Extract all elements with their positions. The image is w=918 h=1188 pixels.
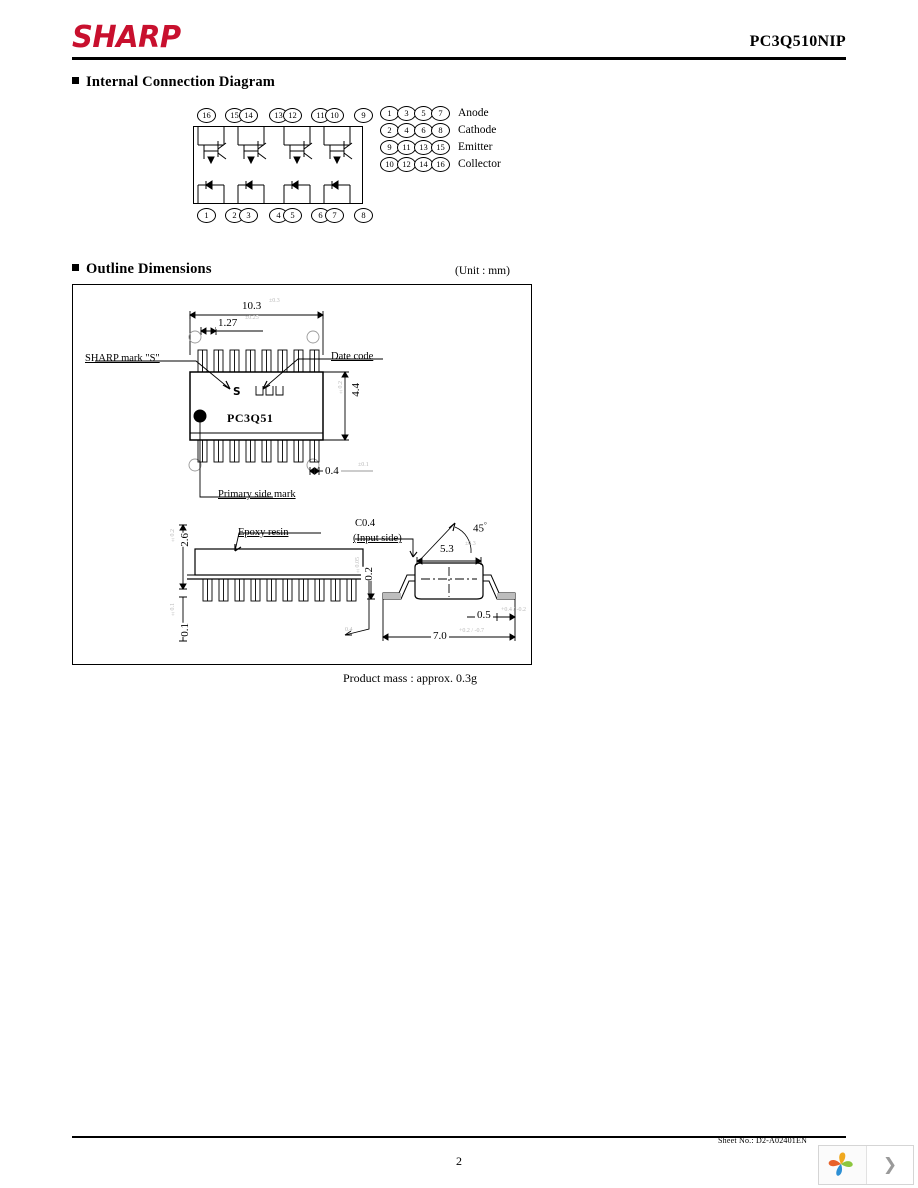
dim-lead-width: 0.4 — [323, 465, 341, 477]
tol-standoff: ±0.1 — [170, 603, 176, 617]
pin-top-1: 16 — [197, 108, 216, 123]
top-view-drawing: S — [95, 311, 383, 498]
callout-epoxy-resin: Epoxy resin — [238, 527, 289, 538]
heading-internal-label: Internal Connection Diagram — [86, 74, 276, 90]
pin-bottom-5: 5 — [283, 208, 302, 223]
tol-lead-height: ±0.05 — [355, 557, 361, 574]
square-bullet-icon — [72, 77, 79, 84]
dim-chamfer: C0.4 — [355, 518, 376, 529]
pin-top-5: 12 — [283, 108, 302, 123]
product-mass-note: Product mass : approx. 0.3g — [343, 671, 477, 685]
pin-bottom-3: 3 — [239, 208, 258, 223]
tol-side-height: ±0.2 — [170, 529, 176, 543]
legend-pin: 8 — [431, 122, 450, 138]
legend-pin: 7 — [431, 105, 450, 121]
legend-row-emitter: 9 11 13 15 Emitter — [380, 138, 510, 155]
legend-label-anode: Anode — [458, 107, 489, 120]
callout-sharp-mark: SHARP mark "S" — [85, 353, 160, 364]
heading-internal-connection-diagram: Internal Connection Diagram — [72, 74, 275, 91]
tol-lead-width: ±0.1 — [358, 462, 369, 468]
heading-outline-label: Outline Dimensions — [86, 261, 212, 277]
pin-bottom-7: 7 — [325, 208, 344, 223]
dim-body-width: 5.3 — [438, 543, 456, 555]
tol-overall-width: ±0.3 — [269, 298, 280, 304]
legend-pin: 16 — [431, 156, 450, 172]
pin-top-3: 14 — [239, 108, 258, 123]
dim-side-height: 2.6 — [177, 533, 193, 547]
package-marking: PC3Q51 — [225, 411, 276, 426]
dim-foot-length: 0.5 — [475, 609, 493, 621]
tol-body-width: ±0.3 — [465, 541, 476, 547]
datasheet-page: SHARP PC3Q510NIP Internal Connection Dia… — [0, 0, 918, 1188]
note-input-side: (Input side) — [353, 533, 402, 544]
unit-note: (Unit : mm) — [455, 265, 510, 277]
viewer-logo-icon[interactable] — [819, 1146, 867, 1184]
dim-standoff: 0.1 — [177, 623, 193, 637]
dim-angle-value: 45 — [473, 522, 484, 535]
page-number: 2 — [456, 1154, 462, 1168]
dim-lead-pitch: 1.27 — [216, 317, 240, 329]
date-code-boxes-icon — [255, 386, 284, 396]
legend-label-collector: Collector — [458, 158, 501, 171]
pin-function-legend: 1 3 5 7 Anode 2 4 6 8 Cathode 9 11 13 15 Emitter 10 1… — [380, 104, 510, 172]
pin-bottom-1: 1 — [197, 208, 216, 223]
pin-top-8: 9 — [354, 108, 373, 123]
dim-total-width: 7.0 — [431, 630, 449, 642]
dim-overall-width: 10.3 — [240, 300, 264, 312]
schematic-body — [193, 126, 363, 204]
part-number: PC3Q510NIP — [749, 33, 846, 50]
pin-bottom-8: 8 — [354, 208, 373, 223]
callout-primary-side-mark: Primary side mark — [218, 489, 296, 500]
internal-connection-diagram: 16 15 14 13 12 11 10 9 1 2 3 4 5 6 7 8 1… — [190, 104, 510, 226]
next-page-button[interactable]: ❯ — [867, 1146, 913, 1184]
header-divider — [72, 57, 846, 60]
pin-top-7: 10 — [325, 108, 344, 123]
degree-symbol-icon: ° — [484, 521, 487, 529]
tol-lead-pitch: ±0.25 — [245, 315, 259, 321]
sharp-logo: SHARP — [72, 18, 181, 55]
legend-pin: 15 — [431, 139, 450, 155]
legend-row-cathode: 2 4 6 8 Cathode — [380, 121, 510, 138]
dim-angle: 45° — [471, 521, 489, 535]
legend-row-collector: 10 12 14 16 Collector — [380, 155, 510, 172]
legend-label-cathode: Cathode — [458, 124, 497, 137]
legend-label-emitter: Emitter — [458, 141, 493, 154]
tol-total-width: +0.2 / -0.7 — [459, 628, 485, 634]
dim-lead-height: 0.2 — [361, 567, 377, 581]
viewer-pagination-widget[interactable]: ❯ — [818, 1145, 914, 1185]
primary-side-dot-icon — [193, 409, 207, 423]
tol-body-height: ±0.2 — [338, 381, 344, 395]
outline-dimensions-frame: S 10.3 ±0.3 1.27 ±0.25 4.4 ±0.2 0.4 ±0.1… — [72, 284, 532, 665]
tol-foot-length: +0.4 / -0.2 — [501, 607, 527, 613]
schematic-svg — [197, 127, 353, 203]
pinwheel-logo-icon — [829, 1152, 854, 1176]
dim-body-height: 4.4 — [348, 383, 364, 397]
sharp-s-mark: S — [233, 386, 241, 398]
heading-outline-dimensions: Outline Dimensions — [72, 261, 212, 278]
legend-row-anode: 1 3 5 7 Anode — [380, 104, 510, 121]
square-bullet-icon — [72, 264, 79, 271]
sheet-number: Sheet No.: D2-A02401EN — [718, 1136, 808, 1145]
callout-date-code: Date code — [331, 351, 374, 362]
